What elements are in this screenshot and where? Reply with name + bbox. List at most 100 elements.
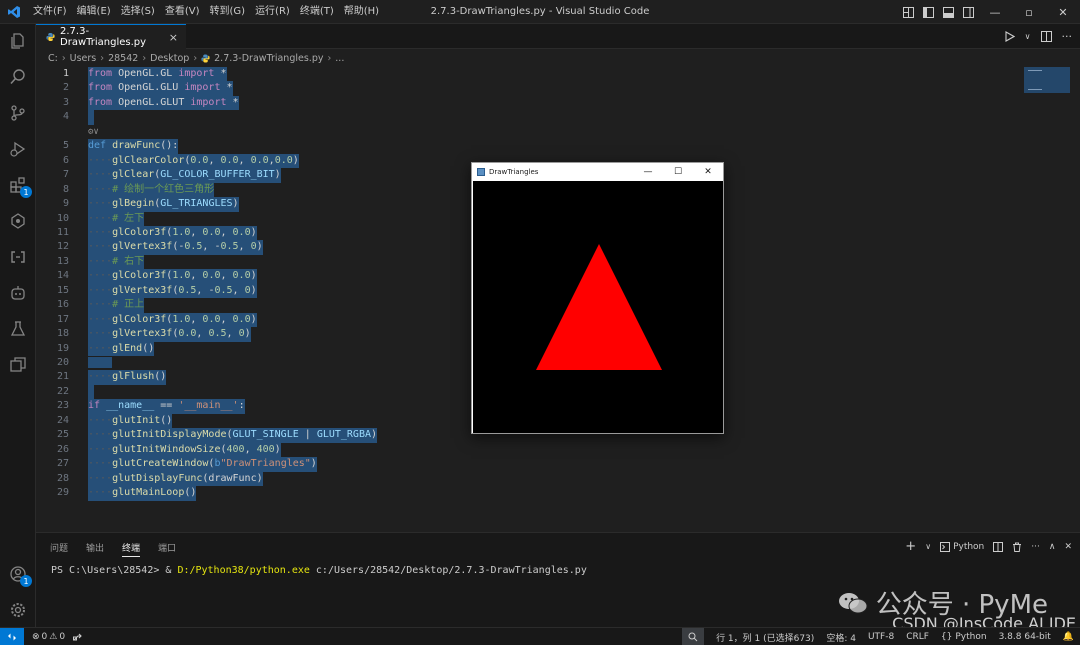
terminal-icon (940, 541, 951, 552)
menu-terminal[interactable]: 终端(T) (295, 0, 339, 24)
search-icon[interactable] (7, 66, 29, 88)
tab-terminal[interactable]: 终端 (122, 541, 141, 557)
menu-edit[interactable]: 编辑(E) (72, 0, 116, 24)
breadcrumb-desktop[interactable]: Desktop (150, 53, 189, 64)
code-line: 29 ····glutMainLoop() (36, 486, 736, 501)
terminal-shell-selector[interactable]: Python (940, 541, 984, 552)
line-number: 22 (56, 385, 69, 397)
toggle-sidebar-icon[interactable] (918, 0, 938, 24)
problems-status[interactable]: ⊗ 0 ⚠ 0 (32, 632, 65, 642)
cursor-position[interactable]: 行 1，列 1 (已选择673) (716, 631, 814, 644)
line-number: 14 (56, 270, 69, 282)
breadcrumb-users[interactable]: Users (70, 53, 97, 64)
maximize-window-button[interactable]: ▫ (1012, 0, 1046, 24)
toggle-secondary-sidebar-icon[interactable] (958, 0, 978, 24)
tab-ports[interactable]: 端口 (158, 541, 176, 557)
accounts-icon[interactable]: 1 (7, 563, 32, 587)
ports-forward-icon[interactable] (73, 632, 84, 642)
gl-canvas[interactable] (473, 181, 723, 433)
terminal-output[interactable]: PS C:\Users\28542> & D:/Python38/python.… (51, 565, 587, 576)
line-number: 1 (62, 68, 69, 79)
code-lens-icon[interactable]: ⚙∨ (88, 125, 99, 139)
line-code: if __name__ == '__main__': (88, 399, 245, 414)
tab-problems[interactable]: 问题 (50, 541, 68, 557)
breadcrumb-separator-icon: › (193, 52, 198, 64)
gl-window[interactable]: DrawTriangles — ☐ ✕ (471, 162, 724, 434)
warning-count: 0 (59, 631, 66, 642)
customize-layout-icon[interactable] (898, 0, 918, 24)
breadcrumb-separator-icon: › (100, 52, 105, 64)
more-panel-actions-icon[interactable]: ··· (1031, 542, 1040, 552)
breadcrumb-user[interactable]: 28542 (108, 53, 138, 64)
close-panel-icon[interactable]: ✕ (1064, 542, 1072, 552)
more-actions-icon[interactable]: ··· (1062, 30, 1073, 43)
python-interpreter[interactable]: 3.8.8 64-bit (999, 632, 1051, 642)
line-code: ····glColor3f(1.0, 0.0, 0.0) (88, 225, 257, 241)
breadcrumb: C: › Users › 28542 › Desktop › 2.7.3-Dra… (36, 49, 936, 67)
run-python-icon[interactable] (1004, 31, 1015, 42)
minimap-lines (1028, 70, 1042, 90)
line-number: 10 (56, 212, 69, 224)
gl-minimize-button[interactable]: — (633, 163, 663, 181)
menu-run[interactable]: 运行(R) (250, 0, 295, 24)
line-number: 27 (56, 458, 69, 470)
run-dropdown-icon[interactable]: ∨ (1025, 32, 1031, 41)
gl-maximize-button[interactable]: ☐ (663, 163, 693, 181)
copilot-icon[interactable] (7, 282, 29, 304)
tab-close-button[interactable]: × (169, 31, 178, 44)
settings-gear-icon[interactable] (7, 599, 29, 621)
breadcrumb-file[interactable]: 2.7.3-DrawTriangles.py (214, 53, 323, 64)
status-left: ⊗ 0 ⚠ 0 (32, 632, 84, 642)
flask-icon[interactable] (7, 318, 29, 340)
encoding[interactable]: UTF-8 (868, 632, 894, 642)
line-number: 13 (56, 255, 69, 267)
line-code: ····glClear(GL_COLOR_BUFFER_BIT) (88, 168, 281, 183)
run-debug-icon[interactable] (7, 138, 29, 160)
menu-file[interactable]: 文件(F) (28, 0, 72, 24)
code-line: 27 ····glutCreateWindow(b"DrawTriangles") (36, 457, 736, 472)
close-window-button[interactable]: ✕ (1046, 0, 1080, 24)
toggle-panel-icon[interactable] (938, 0, 958, 24)
line-code: from OpenGL.GLUT import * (88, 95, 239, 111)
breadcrumb-separator-icon: › (61, 52, 66, 64)
panel-actions: + ∨ Python ··· ∧ ✕ (905, 539, 1072, 554)
gl-close-button[interactable]: ✕ (693, 163, 723, 181)
vscode-logo-icon (0, 0, 28, 24)
title-controls: — ▫ ✕ (898, 0, 1080, 24)
maximize-panel-icon[interactable]: ∧ (1049, 542, 1056, 552)
split-editor-icon[interactable] (1040, 31, 1052, 42)
breadcrumb-drive[interactable]: C: (48, 53, 58, 64)
breadcrumb-symbols[interactable]: ... (335, 53, 344, 64)
line-code: from OpenGL.GLU import * (88, 81, 233, 96)
notifications-bell-icon[interactable]: 🔔 (1063, 632, 1074, 642)
terminal-dropdown-icon[interactable]: ∨ (925, 542, 931, 551)
line-number: 26 (56, 443, 69, 455)
new-terminal-icon[interactable]: + (905, 539, 916, 554)
container-icon[interactable] (7, 354, 29, 376)
remote-indicator-icon[interactable] (0, 627, 24, 645)
extensions-icon[interactable]: 1 (7, 174, 32, 198)
explorer-icon[interactable] (7, 30, 29, 52)
line-number: 9 (62, 198, 69, 210)
minimize-window-button[interactable]: — (978, 0, 1012, 24)
remote-explorer-icon[interactable] (7, 246, 29, 268)
menu-view[interactable]: 查看(V) (160, 0, 205, 24)
menu-help[interactable]: 帮助(H) (339, 0, 384, 24)
split-terminal-icon[interactable] (993, 541, 1004, 552)
line-code: ····glColor3f(1.0, 0.0, 0.0) (88, 269, 257, 284)
source-control-icon[interactable] (7, 102, 29, 124)
menu-selection[interactable]: 选择(S) (116, 0, 160, 24)
tab-output[interactable]: 输出 (86, 541, 104, 557)
line-code: ····glutInit() (88, 413, 173, 429)
line-code: ····glClearColor(0.0, 0.0, 0.0,0.0) (88, 153, 299, 169)
minimap[interactable] (1024, 67, 1070, 93)
menu-go[interactable]: 转到(G) (205, 0, 251, 24)
line-code: ····# 绘制一个红色三角形 (88, 182, 215, 198)
end-of-line[interactable]: CRLF (906, 632, 929, 642)
testing-icon[interactable] (7, 210, 29, 232)
zoom-icon[interactable] (682, 628, 705, 645)
indentation[interactable]: 空格: 4 (826, 631, 856, 644)
trash-icon[interactable] (1012, 542, 1022, 552)
tab-drawtriangles[interactable]: 2.7.3-DrawTriangles.py × (36, 24, 186, 49)
language-mode[interactable]: {} Python (941, 632, 987, 642)
